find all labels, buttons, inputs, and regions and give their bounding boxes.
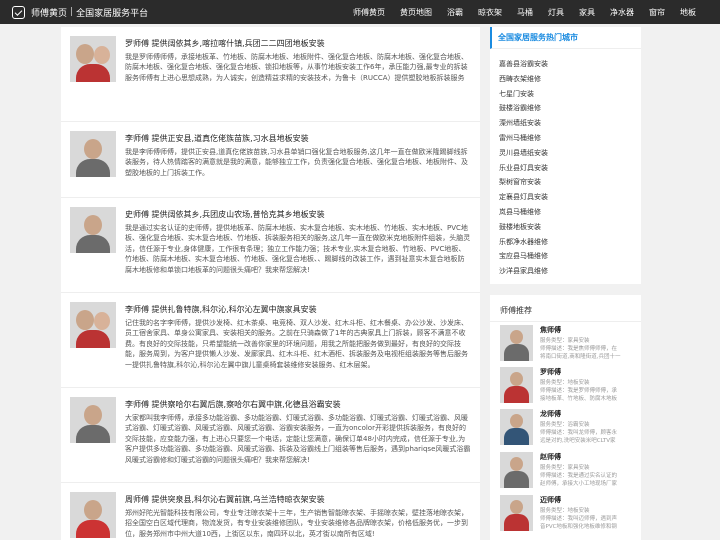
city-link[interactable]: 乐业县灯具安装 xyxy=(499,161,639,176)
top-bar: 师傅黄页 | 全国家居服务平台 师傅黄页 黄页地图 浴霸 晾衣架 马桶 灯具 家… xyxy=(0,0,720,24)
hot-cities-list: 嘉善县浴霸安装 西畴衣架维修 七星门安装 鼓楼浴霸维修 溧州墙纸安装 雷州马桶维… xyxy=(499,57,639,279)
avatar[interactable] xyxy=(70,36,116,82)
list-item: 周师傅 提供突泉县,科尔沁右翼前旗,乌兰浩特晾衣架安装 郑州好陀光智能科技有限公… xyxy=(61,483,480,540)
nav-link-curtain[interactable]: 窗帘 xyxy=(649,7,665,18)
listing-title[interactable]: 史师傅 提供阔依其乡,兵团皮山农场,普恰克其乡地板安装 xyxy=(125,209,325,220)
listing-description: 郑州好陀光智能科技有限公司，专业专注晾衣架十三年，生产销售智能晾衣架、手摇晾衣架… xyxy=(125,509,468,538)
city-link[interactable]: 七星门安装 xyxy=(499,87,639,102)
master-service: 服务类型：家具安装 xyxy=(540,465,590,471)
master-service: 服务类型：地板安装 xyxy=(540,380,590,386)
master-desc: 师傅描述：我叫龙师傅，顾客永 xyxy=(540,430,618,436)
city-link[interactable]: 鼓楼地板安装 xyxy=(499,220,639,235)
master-desc: 远是对的,洗吧安装米吧CLTV家 xyxy=(540,438,616,444)
avatar xyxy=(500,452,533,488)
avatar[interactable] xyxy=(70,207,116,253)
master-service: 服务类型：地板安装 xyxy=(540,508,590,514)
brand-subtitle: 全国家居服务平台 xyxy=(76,8,149,19)
avatar xyxy=(500,495,533,531)
brand[interactable]: 师傅黄页 | 全国家居服务平台 xyxy=(12,0,148,24)
city-link[interactable]: 沙洋县家具维修 xyxy=(499,264,639,279)
listing-description: 我是李师傅师傅，提供正安县,道真仡佬族苗族,习水县单销口强化复合地板服务,这几年… xyxy=(125,148,468,177)
city-link[interactable]: 宝应县马桶维修 xyxy=(499,249,639,264)
master-card[interactable]: 迈师傅 服务类型：地板安装 师傅描述：我叫迈师傅，遇到声 音PVC地板和强化地板… xyxy=(500,495,640,535)
city-link[interactable]: 梨树窗帘安装 xyxy=(499,175,639,190)
master-service: 服务类型：浴霸安装 xyxy=(540,422,590,428)
list-item: 李师傅 提供察哈尔右翼后旗,察哈尔右翼中旗,化德县浴霸安装 大家都叫我李师傅，承… xyxy=(61,388,480,483)
listing-title[interactable]: 周师傅 提供突泉县,科尔沁右翼前旗,乌兰浩特晾衣架安装 xyxy=(125,494,325,505)
nav-link-bath-heater[interactable]: 浴霸 xyxy=(447,7,463,18)
master-card[interactable]: 龙师傅 服务类型：浴霸安装 师傅描述：我叫龙师傅，顾客永 远是对的,洗吧安装米吧… xyxy=(500,409,640,449)
nav-link-clothes-rack[interactable]: 晾衣架 xyxy=(478,7,502,18)
listing-description: 大家都叫我李师傅，承接多功能浴霸、多功能浴霸、灯暖式浴霸、多功能浴霸、灯暖式浴霸… xyxy=(125,414,471,464)
master-name: 罗师傅 xyxy=(540,368,561,376)
master-name: 焦师傅 xyxy=(540,326,561,334)
city-link[interactable]: 岚县马桶维修 xyxy=(499,205,639,220)
listing-title[interactable]: 李师傅 提供扎鲁特旗,科尔沁,科尔沁左翼中旗家具安装 xyxy=(125,304,317,315)
list-item: 李师傅 提供扎鲁特旗,科尔沁,科尔沁左翼中旗家具安装 记住我的名字李师傅，提供沙… xyxy=(61,293,480,388)
main-nav: 师傅黄页 黄页地图 浴霸 晾衣架 马桶 灯具 家具 净水器 窗帘 地板 xyxy=(338,0,696,24)
hot-cities-panel: 全国家居服务热门城市 嘉善县浴霸安装 西畴衣架维修 七星门安装 鼓楼浴霸维修 溧… xyxy=(490,27,641,284)
city-link[interactable]: 乐都净水器维修 xyxy=(499,235,639,250)
city-link[interactable]: 嘉善县浴霸安装 xyxy=(499,57,639,72)
master-desc: 将南口街道,商和隆街道,兵团十一 xyxy=(540,354,621,360)
nav-link-water-purifier[interactable]: 净水器 xyxy=(610,7,634,18)
listing-title[interactable]: 罗师傅 提供阔依其乡,喀拉喀什镇,兵团二二四团地板安装 xyxy=(125,38,325,49)
listing-description: 记住我的名字李师傅，提供沙发椅、红木茶桌、电竞椅、双人沙发、红木斗柜、红木餐桌、… xyxy=(125,319,468,369)
brand-separator: | xyxy=(70,7,74,17)
avatar[interactable] xyxy=(70,397,116,443)
brand-name: 师傅黄页 xyxy=(31,8,68,19)
list-item: 李师傅 提供正安县,道真仡佬族苗族,习水县地板安装 我是李师傅师傅，提供正安县,… xyxy=(61,122,480,198)
recommended-title: 师傅推荐 xyxy=(500,306,532,315)
nav-link-floor[interactable]: 地板 xyxy=(680,7,696,18)
hot-cities-title: 全国家居服务热门城市 xyxy=(490,27,641,49)
listing-description: 我是罗师傅师傅，承接地板革、竹地板、防腐木地板、地板附件、强化复合地板、防腐木地… xyxy=(125,53,468,82)
avatar[interactable] xyxy=(70,492,116,538)
list-item: 罗师傅 提供阔依其乡,喀拉喀什镇,兵团二二四团地板安装 我是罗师傅师傅，承接地板… xyxy=(61,27,480,122)
master-name: 迈师傅 xyxy=(540,496,561,504)
master-desc: 师傅描述：我是通过实名认证的 xyxy=(540,473,618,479)
listing-panel: 罗师傅 提供阔依其乡,喀拉喀什镇,兵团二二四团地板安装 我是罗师傅师傅，承接地板… xyxy=(61,27,480,540)
nav-link-lamps[interactable]: 灯具 xyxy=(548,7,564,18)
avatar[interactable] xyxy=(70,302,116,348)
city-link[interactable]: 西畴衣架维修 xyxy=(499,72,639,87)
recommended-masters-panel: 师傅推荐 焦师傅 服务类型：家具安装 师傅描述：我是焦师傅师傅，在 将南口街道,… xyxy=(490,295,641,540)
list-item: 史师傅 提供阔依其乡,兵团皮山农场,普恰克其乡地板安装 我是通过实名认证的史师傅… xyxy=(61,198,480,293)
nav-link-furniture[interactable]: 家具 xyxy=(579,7,595,18)
master-desc: 师傅描述：我是罗师傅师傅，承 xyxy=(540,388,618,394)
divider xyxy=(490,321,641,322)
listing-title[interactable]: 李师傅 提供正安县,道真仡佬族苗族,习水县地板安装 xyxy=(125,133,309,144)
master-service: 服务类型：家具安装 xyxy=(540,338,590,344)
city-link[interactable]: 溧州墙纸安装 xyxy=(499,116,639,131)
master-card[interactable]: 罗师傅 服务类型：地板安装 师傅描述：我是罗师傅师傅，承 接地板革、竹地板、防腐… xyxy=(500,367,640,407)
avatar xyxy=(500,325,533,361)
listing-description: 我是通过实名认证的史师傅，提供地板革、防腐木地板、实木复合地板、实木地板、竹地板… xyxy=(125,224,471,274)
city-link[interactable]: 灵川县墙纸安装 xyxy=(499,146,639,161)
logo-icon xyxy=(12,5,25,19)
avatar xyxy=(500,409,533,445)
master-desc: 赵师傅，承接大小工地现场厂家 xyxy=(540,481,618,487)
master-name: 赵师傅 xyxy=(540,453,561,461)
nav-link-home[interactable]: 师傅黄页 xyxy=(353,7,385,18)
listing-title[interactable]: 李师傅 提供察哈尔右翼后旗,察哈尔右翼中旗,化德县浴霸安装 xyxy=(125,399,341,410)
master-desc: 师傅描述：我是焦师傅师傅，在 xyxy=(540,346,618,352)
master-desc: 音PVC地板和强化地板维修和钢 xyxy=(540,524,617,530)
nav-link-map[interactable]: 黄页地图 xyxy=(400,7,432,18)
master-desc: 师傅描述：我叫迈师傅，遇到声 xyxy=(540,516,618,522)
master-card[interactable]: 赵师傅 服务类型：家具安装 师傅描述：我是通过实名认证的 赵师傅，承接大小工地现… xyxy=(500,452,640,492)
avatar[interactable] xyxy=(70,131,116,177)
avatar xyxy=(500,367,533,403)
nav-link-toilet[interactable]: 马桶 xyxy=(517,7,533,18)
master-card[interactable]: 焦师傅 服务类型：家具安装 师傅描述：我是焦师傅师傅，在 将南口街道,商和隆街道… xyxy=(500,325,640,365)
city-link[interactable]: 定襄县灯具安装 xyxy=(499,190,639,205)
city-link[interactable]: 雷州马桶维修 xyxy=(499,131,639,146)
city-link[interactable]: 鼓楼浴霸维修 xyxy=(499,101,639,116)
master-name: 龙师傅 xyxy=(540,410,561,418)
master-desc: 接地板革、竹地板、防腐木地板 xyxy=(540,396,618,402)
